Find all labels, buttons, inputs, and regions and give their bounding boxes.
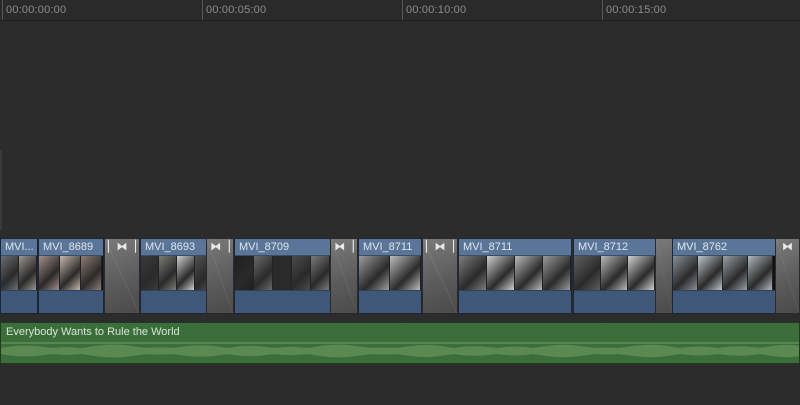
video-clip[interactable]: MVI_8711 [358,238,422,314]
clip-filmstrip [459,256,571,290]
transition-icon: ⧓▕ [210,241,230,253]
transition-diagonal [656,239,672,313]
video-clip[interactable]: MVI_8711 [458,238,572,314]
primary-storyline[interactable]: MVI... MVI_8689 ▏⧓▕ MVI_8693 ⧓▕ MVI_8709 [0,238,800,316]
clip-title: MVI_8693 [141,239,207,256]
clip-thumbnail [748,256,773,290]
clip-audio-waveform [235,290,331,313]
ruler-tick [402,0,403,20]
clip-audio-waveform [673,290,775,313]
ruler-label-1: 00:00:05:00 [206,4,267,16]
clip-thumbnail [159,256,177,290]
clip-audio-waveform [141,290,207,313]
transition-icon: ⧓▕ [334,241,354,253]
audio-waveform [1,342,799,358]
clip-thumbnail [515,256,543,290]
transition-icon: ▏⧓▕ [426,241,454,253]
clip-title: MVI_8712 [574,239,655,256]
transition[interactable]: ⧓▕ [206,238,234,314]
ruler-tick [202,0,203,20]
clip-filmstrip [574,256,655,290]
clip-thumbnail [60,256,81,290]
clip-title: MVI_8711 [459,239,571,256]
clip-thumbnail [19,256,37,290]
clip-title: MVI_8709 [235,239,331,256]
clip-audio-waveform [1,290,37,313]
clip-thumbnail [311,256,330,290]
clip-thumbnail [390,256,421,290]
video-clip[interactable]: MVI_8693 [140,238,208,314]
clip-audio-waveform [574,290,655,313]
ruler-label-3: 00:00:15:00 [606,4,667,16]
video-clip[interactable]: MVI_8709 [234,238,332,314]
timecode-ruler[interactable]: 00:00:00:00 00:00:05:00 00:00:10:00 00:0… [0,0,800,21]
clip-thumbnail [628,256,655,290]
clip-thumbnail [698,256,723,290]
clip-filmstrip [235,256,331,290]
clip-thumbnail [723,256,748,290]
clip-filmstrip [359,256,421,290]
transition[interactable]: ⧓▕ [330,238,358,314]
music-clip-title: Everybody Wants to Rule the World [6,326,180,338]
clip-audio-waveform [39,290,103,313]
video-clip[interactable]: MVI... [0,238,38,314]
transition[interactable]: ▏⧓▕ [104,238,140,314]
clip-title: MVI_8762 [673,239,775,256]
clip-thumbnail [273,256,292,290]
clip-filmstrip [141,256,207,290]
clip-filmstrip [1,256,37,290]
transition[interactable] [655,238,673,314]
transition[interactable]: ⧓ [775,238,800,314]
ruler-label-0: 00:00:00:00 [6,4,67,16]
playhead-marker[interactable] [0,150,2,230]
clip-thumbnail [601,256,628,290]
clip-thumbnail [574,256,601,290]
transition-icon: ▏⧓▕ [108,241,136,253]
clip-thumbnail [141,256,159,290]
clip-title: MVI_8689 [39,239,103,256]
clip-title: MVI_8711 [359,239,421,256]
clip-thumbnail [487,256,515,290]
clip-thumbnail [543,256,571,290]
transition-icon: ⧓ [782,241,793,253]
ruler-label-2: 00:00:10:00 [406,4,467,16]
clip-thumbnail [39,256,60,290]
clip-filmstrip [39,256,103,290]
timeline[interactable]: 00:00:00:00 00:00:05:00 00:00:10:00 00:0… [0,0,800,405]
ruler-tick [602,0,603,20]
clip-thumbnail [81,256,102,290]
clip-thumbnail [292,256,311,290]
clip-thumbnail [459,256,487,290]
clip-thumbnail [359,256,390,290]
clip-audio-waveform [459,290,571,313]
transition[interactable]: ▏⧓▕ [422,238,458,314]
video-clip[interactable]: MVI_8762 [672,238,776,314]
music-audio-clip[interactable]: Everybody Wants to Rule the World [0,322,800,364]
clip-filmstrip [673,256,775,290]
ruler-tick [2,0,3,20]
clip-title: MVI... [1,239,37,256]
clip-thumbnail [254,256,273,290]
video-clip[interactable]: MVI_8712 [573,238,656,314]
clip-audio-waveform [359,290,421,313]
clip-thumbnail [177,256,195,290]
clip-thumbnail [673,256,698,290]
video-clip[interactable]: MVI_8689 [38,238,104,314]
clip-thumbnail [1,256,19,290]
waveform-shape [1,344,799,358]
clip-thumbnail [235,256,254,290]
